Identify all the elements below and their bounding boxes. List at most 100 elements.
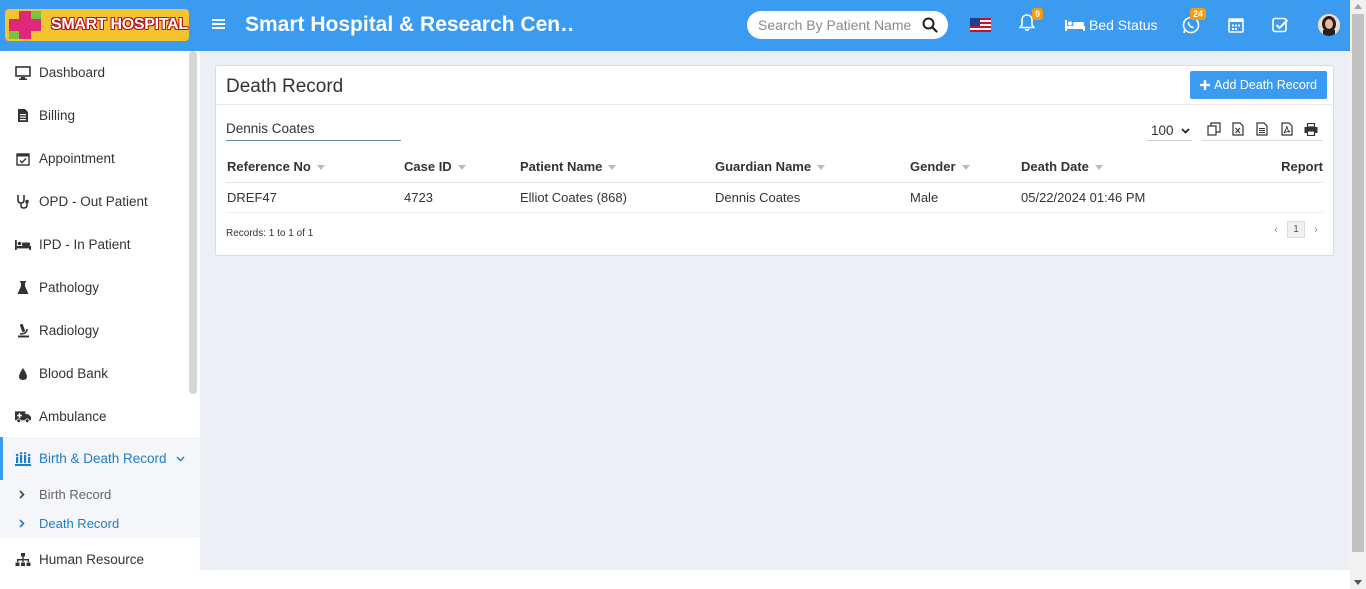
column-header-gender[interactable]: Gender <box>909 151 1020 183</box>
add-button-label: Add Death Record <box>1214 78 1317 92</box>
sidebar-item-label: OPD - Out Patient <box>39 194 148 209</box>
page-title: Death Record <box>226 76 344 97</box>
print-icon[interactable] <box>1304 122 1318 136</box>
chevron-down-icon <box>176 456 185 462</box>
pdf-icon[interactable] <box>1280 122 1294 136</box>
us-flag-icon[interactable] <box>970 18 991 32</box>
hospital-logo[interactable]: SMART HOSPITAL <box>5 9 189 41</box>
scroll-up-arrow-icon[interactable] <box>1354 4 1362 9</box>
panel-header: Death Record Add Death Record <box>216 66 1333 105</box>
people-icon <box>15 451 31 467</box>
column-header-guardian-name[interactable]: Guardian Name <box>714 151 909 183</box>
csv-icon[interactable] <box>1255 122 1269 136</box>
sidebar-item-ambulance[interactable]: Ambulance <box>0 395 188 438</box>
logo-cross-icon <box>5 9 45 41</box>
flask-icon <box>15 280 31 296</box>
whatsapp-count-badge: 24 <box>1190 8 1207 20</box>
records-info: Records: 1 to 1 of 1 <box>226 228 314 239</box>
column-header-report: Report <box>1220 151 1323 183</box>
prev-page-icon[interactable]: ‹ <box>1269 224 1283 236</box>
table-row[interactable]: DREF47 4723 Elliot Coates (868) Dennis C… <box>226 182 1323 213</box>
cell-patient-name: Elliot Coates (868) <box>519 182 714 213</box>
cell-case-id: 4723 <box>403 182 519 213</box>
page-number-button[interactable]: 1 <box>1287 221 1305 238</box>
user-avatar[interactable] <box>1318 14 1340 36</box>
calendar-icon[interactable] <box>1228 17 1244 38</box>
hamburger-menu-icon[interactable] <box>212 15 226 36</box>
sidebar-item-opd[interactable]: OPD - Out Patient <box>0 180 188 223</box>
footer-strip <box>0 570 1350 589</box>
column-header-death-date[interactable]: Death Date <box>1020 151 1220 183</box>
chevron-right-icon <box>19 517 25 531</box>
sidebar: Dashboard Billing Appointment OPD - Out … <box>0 51 200 570</box>
bed-icon <box>1065 20 1085 31</box>
chevron-right-icon <box>19 488 25 502</box>
cell-gender: Male <box>909 182 1020 213</box>
patient-search-box <box>747 11 948 39</box>
copy-icon[interactable] <box>1207 122 1221 136</box>
sidebar-item-label: Radiology <box>39 323 100 338</box>
death-record-panel: Death Record Add Death Record 100 Refere… <box>215 65 1334 256</box>
sidebar-item-birth-death-record[interactable]: Birth & Death Record <box>0 437 200 480</box>
sidebar-item-label: Ambulance <box>39 409 107 424</box>
sort-icon <box>1094 164 1103 170</box>
sidebar-item-label: Billing <box>39 108 76 123</box>
column-header-patient-name[interactable]: Patient Name <box>519 151 714 183</box>
submenu-item-birth-record[interactable]: Birth Record <box>0 480 200 509</box>
task-checkbox-icon[interactable] <box>1272 17 1289 38</box>
patient-search-input[interactable] <box>758 17 918 33</box>
sort-icon <box>608 164 617 170</box>
logo-text: SMART HOSPITAL <box>51 16 188 33</box>
sidebar-item-radiology[interactable]: Radiology <box>0 309 188 352</box>
table-filter-input[interactable] <box>226 120 401 141</box>
cell-guardian-name: Dennis Coates <box>714 182 909 213</box>
stethoscope-icon <box>15 194 31 210</box>
table-header-row: Reference No Case ID Patient Name Guardi… <box>226 151 1323 183</box>
sidebar-item-appointment[interactable]: Appointment <box>0 137 188 180</box>
sidebar-item-billing[interactable]: Billing <box>0 94 188 137</box>
next-page-icon[interactable]: › <box>1309 224 1323 236</box>
add-death-record-button[interactable]: Add Death Record <box>1190 71 1327 99</box>
sidebar-item-dashboard[interactable]: Dashboard <box>0 51 188 94</box>
column-header-case-id[interactable]: Case ID <box>403 151 519 183</box>
sidebar-item-label: Pathology <box>39 280 100 295</box>
scroll-down-arrow-icon[interactable] <box>1354 580 1362 585</box>
cell-reference-no: DREF47 <box>226 182 403 213</box>
column-header-reference-no[interactable]: Reference No <box>226 151 403 183</box>
cell-report <box>1220 182 1323 213</box>
excel-icon[interactable] <box>1231 122 1245 136</box>
page-size-select[interactable]: 100 <box>1146 121 1192 141</box>
sidebar-item-label: IPD - In Patient <box>39 237 131 252</box>
scrollbar-thumb[interactable] <box>1352 14 1364 552</box>
bed-status-label: Bed Status <box>1089 17 1158 33</box>
sidebar-item-label: Appointment <box>39 151 115 166</box>
plus-icon <box>1200 80 1211 90</box>
submenu-item-label: Birth Record <box>39 487 112 502</box>
bed-status-button[interactable]: Bed Status <box>1065 17 1158 33</box>
calendar-check-icon <box>15 151 31 167</box>
export-toolbar <box>1202 118 1323 141</box>
sidebar-scrollbar[interactable] <box>189 51 197 394</box>
sidebar-item-blood-bank[interactable]: Blood Bank <box>0 352 188 395</box>
page-size-value: 100 <box>1151 123 1174 138</box>
droplet-icon <box>15 366 31 382</box>
sidebar-item-label: Birth & Death Record <box>39 451 167 466</box>
search-icon[interactable] <box>922 17 938 33</box>
chevron-down-icon <box>1181 127 1190 134</box>
notification-count-badge: 9 <box>1032 8 1044 20</box>
sitemap-icon <box>15 552 31 568</box>
submenu-item-death-record[interactable]: Death Record <box>0 509 200 538</box>
birth-death-submenu: Birth Record Death Record <box>0 480 200 538</box>
sidebar-item-ipd[interactable]: IPD - In Patient <box>0 223 188 266</box>
sidebar-item-label: Blood Bank <box>39 366 109 381</box>
monitor-icon <box>15 65 31 81</box>
submenu-item-label: Death Record <box>39 516 120 531</box>
sort-icon <box>961 164 970 170</box>
sidebar-item-label: Dashboard <box>39 65 106 80</box>
ambulance-icon <box>15 409 31 425</box>
top-navbar: SMART HOSPITAL Smart Hospital & Research… <box>0 0 1350 51</box>
billing-icon <box>15 108 31 124</box>
page-scrollbar[interactable] <box>1350 0 1366 589</box>
sort-icon <box>457 164 466 170</box>
sidebar-item-pathology[interactable]: Pathology <box>0 266 188 309</box>
